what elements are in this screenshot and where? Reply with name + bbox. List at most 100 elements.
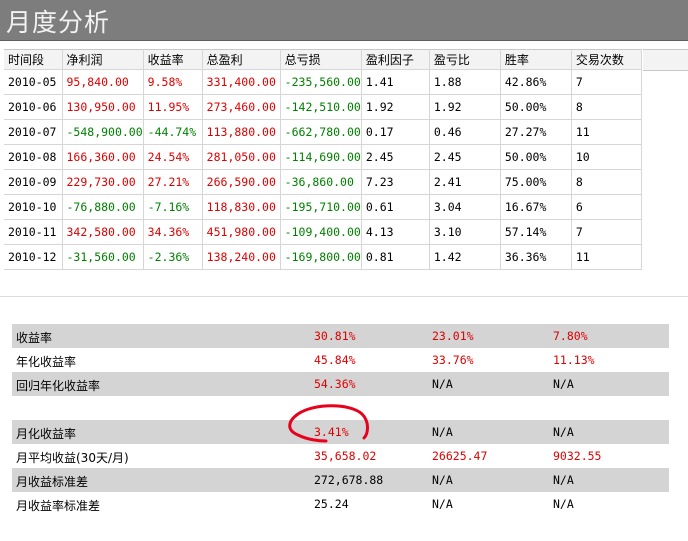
cell-return: -44.74% [143, 119, 203, 145]
stat-value-2: 23.01% [432, 329, 474, 343]
col-header-gross-profit[interactable]: 总盈利 [202, 49, 281, 70]
monthly-table: 时间段 净利润 收益率 总盈利 总亏损 盈利因子 盈亏比 胜率 交易次数 201… [4, 49, 642, 270]
cell-return: -7.16% [143, 194, 203, 220]
stat-value-3: 11.13% [553, 353, 595, 367]
stat-value-3: 7.80% [553, 329, 588, 343]
stat-label: 年化收益率 [16, 355, 77, 369]
stat-value-1: 272,678.88 [314, 473, 384, 487]
cell-gross-profit: 331,400.00 [202, 69, 281, 95]
cell-gross-profit: 451,980.00 [202, 219, 281, 245]
stat-label: 月化收益率 [16, 427, 77, 441]
cell-win-loss-ratio: 1.88 [429, 69, 501, 95]
cell-win-rate: 50.00% [500, 144, 572, 170]
cell-return: 34.36% [143, 219, 203, 245]
cell-win-rate: 57.14% [500, 219, 572, 245]
cell-trade-count: 8 [571, 169, 642, 195]
cell-win-loss-ratio: 3.10 [429, 219, 501, 245]
stat-value-1: 35,658.02 [314, 449, 377, 463]
stat-label: 月收益标准差 [16, 475, 89, 489]
stat-row: 月收益标准差 272,678.88 N/A N/A [12, 468, 669, 492]
cell-net-profit: 130,950.00 [62, 94, 144, 120]
stat-row: 月平均收益(30天/月) 35,658.02 26625.47 9032.55 [12, 444, 669, 468]
table-row[interactable]: 2010-07 -548,900.00 -44.74% 113,880.00 -662,… [4, 119, 642, 145]
cell-win-rate: 50.00% [500, 94, 572, 120]
cell-net-profit: 95,840.00 [62, 69, 144, 95]
cell-profit-factor: 4.13 [361, 219, 430, 245]
col-header-net-profit[interactable]: 净利润 [62, 49, 144, 70]
stat-row [12, 396, 669, 420]
cell-gross-loss: -142,510.00 [280, 94, 362, 120]
cell-period: 2010-12 [4, 244, 63, 270]
cell-win-rate: 27.27% [500, 119, 572, 145]
stat-value-1: 54.36% [314, 377, 356, 391]
cell-trade-count: 6 [571, 194, 642, 220]
cell-gross-loss: -235,560.00 [280, 69, 362, 95]
stat-value-2: 26625.47 [432, 449, 488, 463]
stat-row: 年化收益率 45.84% 33.76% 11.13% [12, 348, 669, 372]
cell-profit-factor: 1.41 [361, 69, 430, 95]
cell-profit-factor: 0.81 [361, 244, 430, 270]
cell-period: 2010-10 [4, 194, 63, 220]
stat-value-1: 25.24 [314, 497, 349, 511]
stat-row: 月收益率标准差 25.24 N/A N/A [12, 492, 669, 516]
stat-value-1: 3.41% [314, 425, 349, 439]
stat-value-2: N/A [432, 425, 453, 439]
cell-trade-count: 11 [571, 119, 642, 145]
table-row[interactable]: 2010-09 229,730.00 27.21% 266,590.00 -36,860… [4, 169, 642, 195]
cell-gross-loss: -109,400.00 [280, 219, 362, 245]
col-header-profit-factor[interactable]: 盈利因子 [361, 49, 430, 70]
table-row[interactable]: 2010-11 342,580.00 34.36% 451,980.00 -109,40… [4, 219, 642, 245]
stat-value-3: N/A [553, 425, 574, 439]
col-header-win-loss-ratio[interactable]: 盈亏比 [429, 49, 501, 70]
divider [0, 296, 688, 297]
cell-trade-count: 7 [571, 69, 642, 95]
cell-period: 2010-06 [4, 94, 63, 120]
table-row[interactable]: 2010-10 -76,880.00 -7.16% 118,830.00 -195,71… [4, 194, 642, 220]
stat-row: 月化收益率 3.41% N/A N/A [12, 420, 669, 444]
window-header: 月度分析 [0, 0, 688, 41]
cell-return: 11.95% [143, 94, 203, 120]
summary-stats: 收益率 30.81% 23.01% 7.80% 年化收益率 45.84% 33.76% 11.… [12, 324, 669, 516]
cell-gross-profit: 138,240.00 [202, 244, 281, 270]
cell-period: 2010-08 [4, 144, 63, 170]
stat-row: 回归年化收益率 54.36% N/A N/A [12, 372, 669, 396]
cell-period: 2010-09 [4, 169, 63, 195]
cell-trade-count: 11 [571, 244, 642, 270]
cell-profit-factor: 0.17 [361, 119, 430, 145]
stat-value-2: N/A [432, 377, 453, 391]
cell-return: 9.58% [143, 69, 203, 95]
stat-label: 收益率 [16, 331, 53, 345]
cell-net-profit: -31,560.00 [62, 244, 144, 270]
stat-value-3: N/A [553, 377, 574, 391]
stat-value-3: N/A [553, 473, 574, 487]
cell-profit-factor: 2.45 [361, 144, 430, 170]
stat-value-2: 33.76% [432, 353, 474, 367]
col-header-win-rate[interactable]: 胜率 [500, 49, 572, 70]
col-header-trade-count[interactable]: 交易次数 [571, 49, 642, 70]
cell-gross-profit: 113,880.00 [202, 119, 281, 145]
table-row[interactable]: 2010-08 166,360.00 24.54% 281,050.00 -114,69… [4, 144, 642, 170]
cell-win-loss-ratio: 2.45 [429, 144, 501, 170]
cell-net-profit: -548,900.00 [62, 119, 144, 145]
cell-net-profit: 229,730.00 [62, 169, 144, 195]
table-row[interactable]: 2010-12 -31,560.00 -2.36% 138,240.00 -169,80… [4, 244, 642, 270]
cell-gross-loss: -169,800.00 [280, 244, 362, 270]
page-title: 月度分析 [6, 8, 111, 37]
table-header: 时间段 净利润 收益率 总盈利 总亏损 盈利因子 盈亏比 胜率 交易次数 [4, 49, 642, 70]
cell-period: 2010-11 [4, 219, 63, 245]
cell-return: -2.36% [143, 244, 203, 270]
cell-period: 2010-05 [4, 69, 63, 95]
col-header-period[interactable]: 时间段 [4, 49, 63, 70]
stat-label: 月收益率标准差 [16, 499, 101, 513]
cell-win-loss-ratio: 1.92 [429, 94, 501, 120]
stat-value-1: 30.81% [314, 329, 356, 343]
cell-gross-profit: 118,830.00 [202, 194, 281, 220]
table-row[interactable]: 2010-05 95,840.00 9.58% 331,400.00 -235,560.… [4, 69, 642, 95]
table-row[interactable]: 2010-06 130,950.00 11.95% 273,460.00 -142,51… [4, 94, 642, 120]
cell-profit-factor: 0.61 [361, 194, 430, 220]
table-header-filler [643, 49, 688, 71]
col-header-gross-loss[interactable]: 总亏损 [280, 49, 362, 70]
stat-value-3: N/A [553, 497, 574, 511]
col-header-return[interactable]: 收益率 [143, 49, 203, 70]
stat-value-2: N/A [432, 473, 453, 487]
